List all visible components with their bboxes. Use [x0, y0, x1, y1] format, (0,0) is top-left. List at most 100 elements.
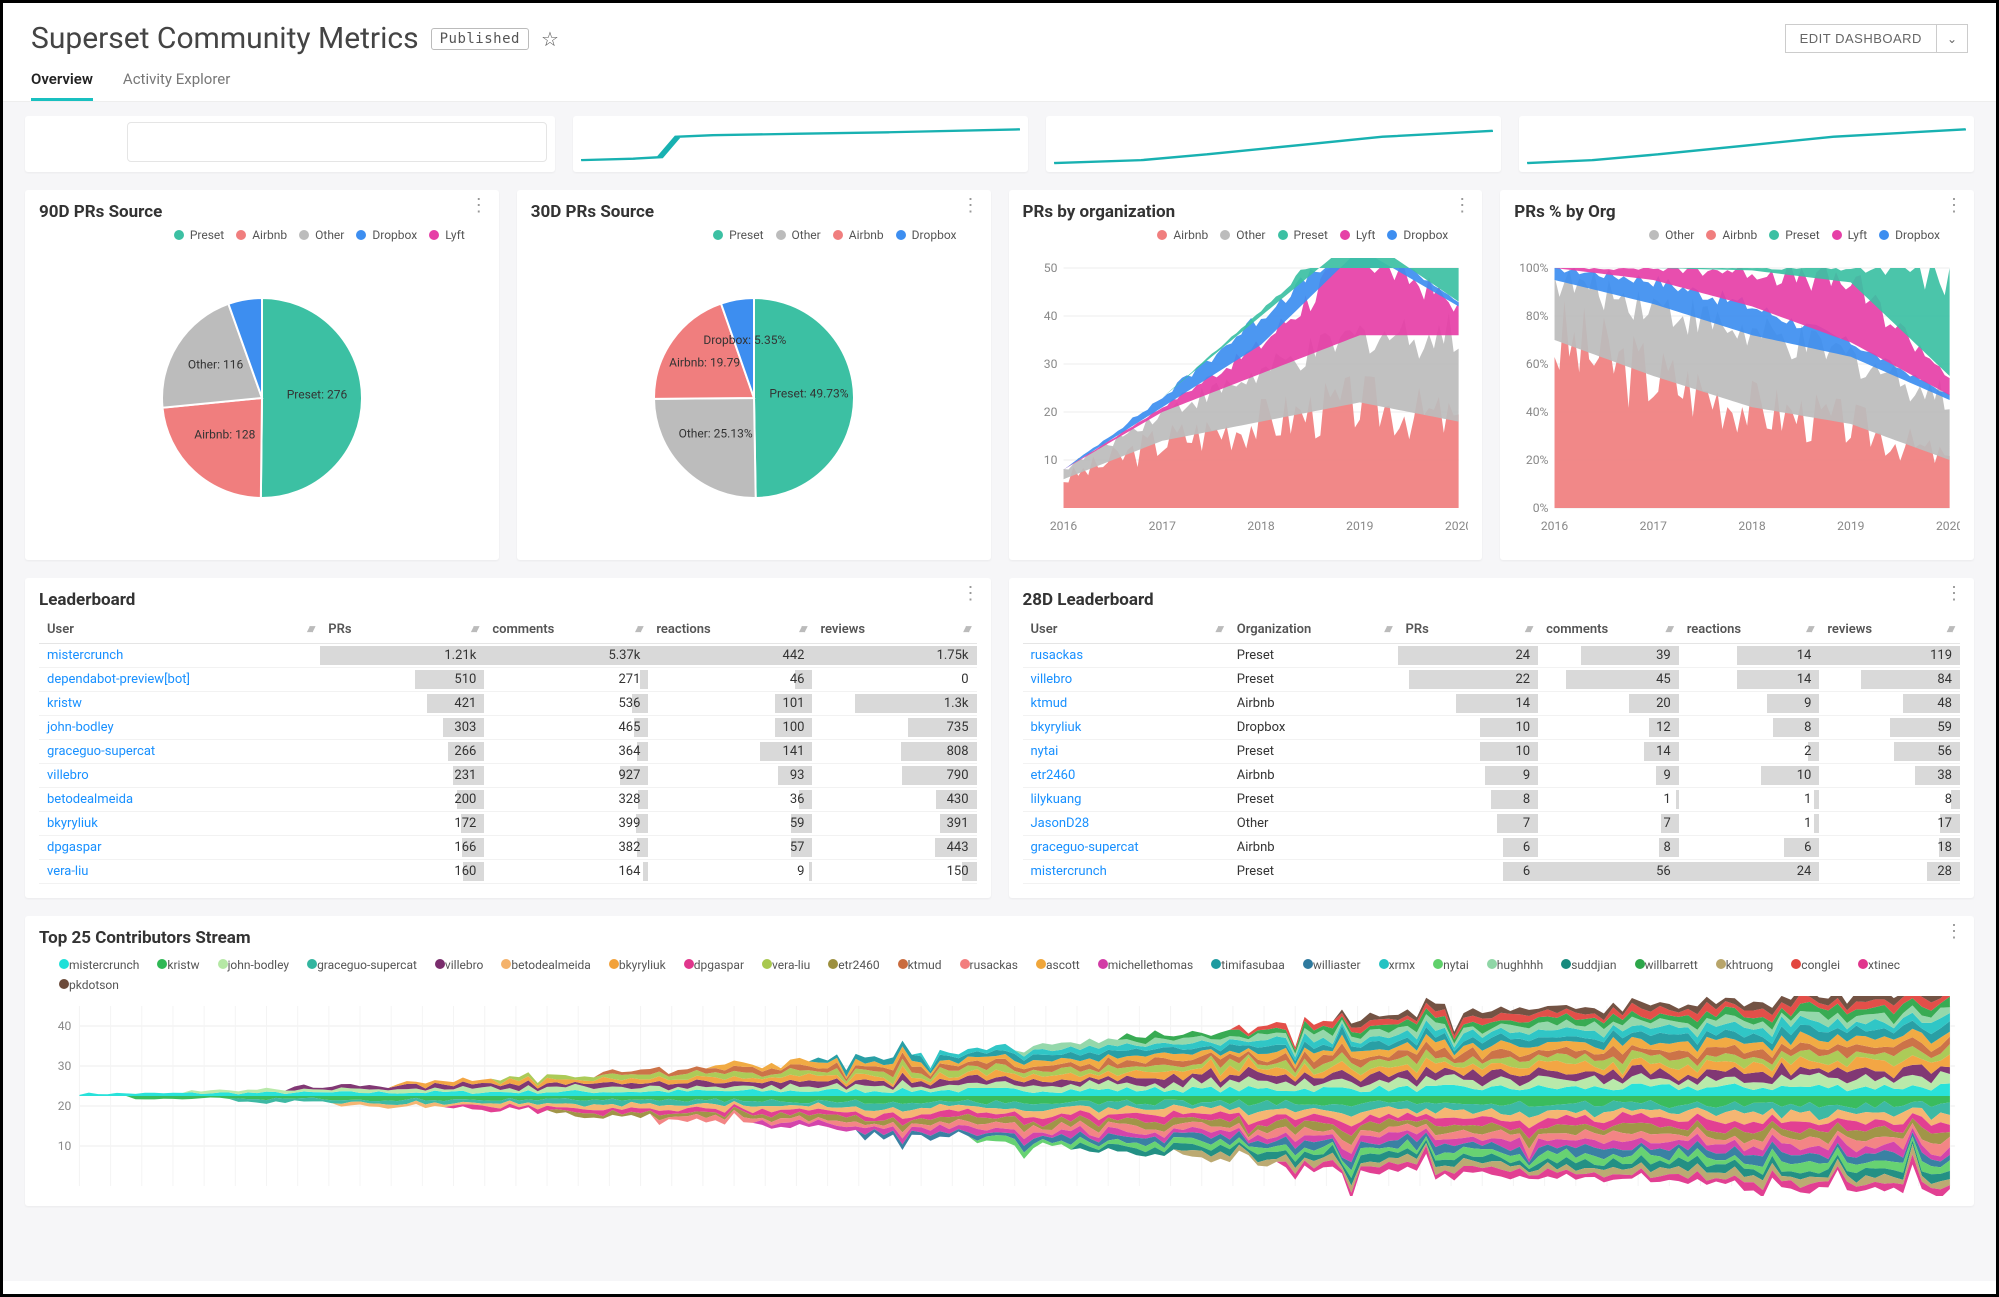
- user-link[interactable]: mistercrunch: [47, 648, 123, 663]
- legend-item[interactable]: kristw: [157, 958, 199, 972]
- legend-item[interactable]: vera-liu: [762, 958, 810, 972]
- legend-item[interactable]: hughhhh: [1487, 958, 1543, 972]
- legend-item[interactable]: rusackas: [960, 958, 1019, 972]
- column-header[interactable]: comments▴▾: [484, 616, 648, 644]
- tab-overview[interactable]: Overview: [31, 70, 93, 101]
- legend-item[interactable]: Airbnb: [1157, 228, 1208, 242]
- column-header[interactable]: User▴▾: [1023, 616, 1229, 644]
- legend-item[interactable]: etr2460: [828, 958, 879, 972]
- legend-item[interactable]: Preset: [1769, 228, 1819, 242]
- legend-item[interactable]: Airbnb: [1706, 228, 1757, 242]
- user-link[interactable]: dependabot-preview[bot]: [47, 672, 190, 687]
- column-header[interactable]: PRs▴▾: [320, 616, 484, 644]
- column-header[interactable]: PRs▴▾: [1398, 616, 1539, 644]
- column-header[interactable]: comments▴▾: [1538, 616, 1679, 644]
- user-link[interactable]: bkyryliuk: [47, 816, 98, 831]
- legend-item[interactable]: michellethomas: [1098, 958, 1194, 972]
- kebab-icon[interactable]: ⋮: [962, 200, 979, 212]
- table-row: john-bodley303465100735: [39, 716, 977, 740]
- user-link[interactable]: graceguo-supercat: [1031, 840, 1139, 855]
- legend-item[interactable]: willbarrett: [1635, 958, 1698, 972]
- legend-item[interactable]: dpgaspar: [684, 958, 744, 972]
- legend-item[interactable]: Preset: [1278, 228, 1328, 242]
- legend-item[interactable]: xrmx: [1379, 958, 1416, 972]
- dashboard-more-caret[interactable]: ⌄: [1937, 24, 1968, 53]
- column-header[interactable]: reactions▴▾: [648, 616, 812, 644]
- column-header[interactable]: Organization▴▾: [1229, 616, 1398, 644]
- user-link[interactable]: vera-liu: [47, 864, 88, 879]
- legend-item[interactable]: Other: [1649, 228, 1694, 242]
- legend-item[interactable]: Other: [299, 228, 344, 242]
- user-link[interactable]: villebro: [47, 768, 89, 783]
- edit-dashboard-button[interactable]: EDIT DASHBOARD: [1785, 24, 1937, 53]
- user-link[interactable]: lilykuang: [1031, 792, 1082, 807]
- legend-item[interactable]: xtinec: [1858, 958, 1900, 972]
- legend-item[interactable]: timifasubaa: [1211, 958, 1285, 972]
- user-link[interactable]: bkyryliuk: [1031, 720, 1082, 735]
- column-header[interactable]: User▴▾: [39, 616, 320, 644]
- legend-item[interactable]: khtruong: [1716, 958, 1774, 972]
- legend-item[interactable]: Dropbox: [896, 228, 957, 242]
- legend-item[interactable]: nytai: [1433, 958, 1469, 972]
- legend-item[interactable]: Other: [1220, 228, 1265, 242]
- legend-item[interactable]: villebro: [435, 958, 483, 972]
- user-link[interactable]: graceguo-supercat: [47, 744, 155, 759]
- favorite-star-icon[interactable]: ☆: [541, 27, 559, 51]
- user-link[interactable]: villebro: [1031, 672, 1073, 687]
- legend-item[interactable]: Airbnb: [833, 228, 884, 242]
- card-prs-by-org: PRs by organization ⋮ AirbnbOtherPresetL…: [1009, 190, 1483, 560]
- legend-item[interactable]: ktmud: [898, 958, 942, 972]
- user-link[interactable]: john-bodley: [47, 720, 114, 735]
- kebab-icon[interactable]: ⋮: [1945, 200, 1962, 212]
- legend-item[interactable]: williaster: [1303, 958, 1361, 972]
- legend-item[interactable]: suddjian: [1561, 958, 1616, 972]
- user-link[interactable]: betodealmeida: [47, 792, 133, 807]
- legend-item[interactable]: graceguo-supercat: [307, 958, 417, 972]
- pie-legend: Preset Other Airbnb Dropbox: [531, 228, 977, 242]
- filter-box[interactable]: [127, 122, 547, 162]
- kebab-icon[interactable]: ⋮: [1453, 200, 1470, 212]
- card-title: Leaderboard: [39, 590, 977, 610]
- user-link[interactable]: JasonD28: [1031, 816, 1090, 831]
- pie-chart-30d: Preset: 49.73%Other: 25.13%Airbnb: 19.79…: [604, 258, 904, 538]
- legend-item[interactable]: Preset: [713, 228, 763, 242]
- kebab-icon[interactable]: ⋮: [470, 200, 487, 212]
- user-link[interactable]: ktmud: [1031, 696, 1068, 711]
- legend-item[interactable]: Dropbox: [1387, 228, 1448, 242]
- legend-item[interactable]: Dropbox: [356, 228, 417, 242]
- legend-item[interactable]: pkdotson: [59, 978, 119, 992]
- legend-item[interactable]: Lyft: [429, 228, 465, 242]
- page-title: Superset Community Metrics: [31, 21, 419, 56]
- svg-text:40%: 40%: [1526, 405, 1549, 419]
- stream-legend: mistercrunch kristw john-bodley graceguo-su…: [39, 954, 1960, 996]
- table-row: villebroPreset22451484: [1023, 668, 1961, 692]
- user-link[interactable]: rusackas: [1031, 648, 1084, 663]
- legend-item[interactable]: ascott: [1036, 958, 1080, 972]
- svg-text:Airbnb: 128: Airbnb: 128: [194, 428, 255, 442]
- legend-item[interactable]: mistercrunch: [59, 958, 139, 972]
- user-link[interactable]: nytai: [1031, 744, 1059, 759]
- user-link[interactable]: etr2460: [1031, 768, 1076, 783]
- user-link[interactable]: dpgaspar: [47, 840, 102, 855]
- column-header[interactable]: reviews▴▾: [812, 616, 976, 644]
- legend-item[interactable]: bkyryliuk: [609, 958, 666, 972]
- dashboard-header: Superset Community Metrics Published ☆ E…: [3, 3, 1996, 56]
- pie-legend: Preset Airbnb Other Dropbox Lyft: [39, 228, 485, 242]
- column-header[interactable]: reviews▴▾: [1819, 616, 1960, 644]
- kebab-icon[interactable]: ⋮: [962, 588, 979, 600]
- legend-item[interactable]: Preset: [174, 228, 224, 242]
- user-link[interactable]: kristw: [47, 696, 82, 711]
- legend-item[interactable]: Lyft: [1832, 228, 1868, 242]
- legend-item[interactable]: john-bodley: [218, 958, 290, 972]
- column-header[interactable]: reactions▴▾: [1679, 616, 1820, 644]
- legend-item[interactable]: Airbnb: [236, 228, 287, 242]
- legend-item[interactable]: Lyft: [1340, 228, 1376, 242]
- legend-item[interactable]: Dropbox: [1879, 228, 1940, 242]
- kebab-icon[interactable]: ⋮: [1945, 588, 1962, 600]
- legend-item[interactable]: conglei: [1791, 958, 1840, 972]
- kebab-icon[interactable]: ⋮: [1945, 926, 1962, 938]
- legend-item[interactable]: betodealmeida: [501, 958, 590, 972]
- user-link[interactable]: mistercrunch: [1031, 864, 1107, 879]
- tab-activity-explorer[interactable]: Activity Explorer: [123, 70, 230, 101]
- legend-item[interactable]: Other: [776, 228, 821, 242]
